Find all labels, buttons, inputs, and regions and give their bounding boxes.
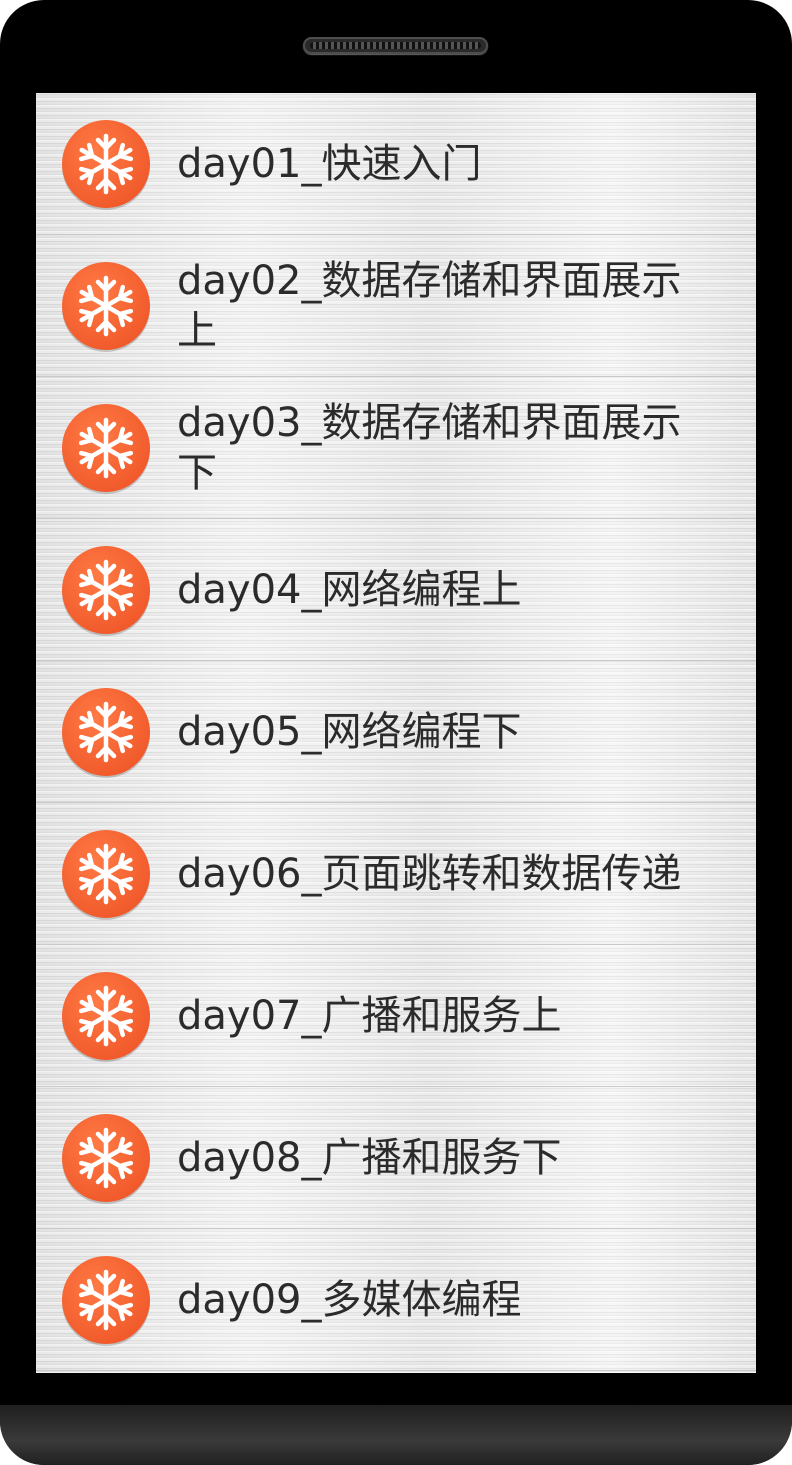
list-item-label: day09_多媒体编程 <box>177 1276 522 1323</box>
snowflake-icon <box>60 1254 152 1346</box>
list-item[interactable]: day01_快速入门 <box>36 93 756 235</box>
list-item[interactable]: day06_页面跳转和数据传递 <box>36 803 756 945</box>
snowflake-icon <box>60 402 152 494</box>
list-item-label: day05_网络编程下 <box>177 708 522 755</box>
list-item-label: day07_广播和服务上 <box>177 992 562 1039</box>
snowflake-icon <box>60 828 152 920</box>
list-item[interactable]: day07_广播和服务上 <box>36 945 756 1087</box>
list-item-label: day04_网络编程上 <box>177 566 522 613</box>
list-item-label: day03_数据存储和界面展示下 <box>177 399 682 496</box>
snowflake-icon <box>60 118 152 210</box>
list-item[interactable]: day04_网络编程上 <box>36 519 756 661</box>
list-item-label: day06_页面跳转和数据传递 <box>177 850 682 897</box>
phone-bottom-bezel <box>0 1405 792 1465</box>
snowflake-icon <box>60 544 152 636</box>
snowflake-icon <box>60 1112 152 1204</box>
list-item[interactable]: day02_数据存储和界面展示上 <box>36 235 756 377</box>
snowflake-icon <box>60 686 152 778</box>
list-item-label: day02_数据存储和界面展示上 <box>177 257 682 354</box>
course-list: day01_快速入门 day02_数据存储和界面展示上 day03_数据存储和界… <box>36 93 756 1371</box>
snowflake-icon <box>60 260 152 352</box>
app-screen: day01_快速入门 day02_数据存储和界面展示上 day03_数据存储和界… <box>36 93 756 1373</box>
list-item[interactable]: day08_广播和服务下 <box>36 1087 756 1229</box>
list-item[interactable]: day05_网络编程下 <box>36 661 756 803</box>
phone-frame: day01_快速入门 day02_数据存储和界面展示上 day03_数据存储和界… <box>0 0 792 1465</box>
speaker-grille <box>303 37 488 54</box>
snowflake-icon <box>60 970 152 1062</box>
list-item-label: day08_广播和服务下 <box>177 1134 562 1181</box>
list-item[interactable]: day09_多媒体编程 <box>36 1229 756 1371</box>
list-item[interactable]: day03_数据存储和界面展示下 <box>36 377 756 519</box>
list-item-label: day01_快速入门 <box>177 140 482 187</box>
